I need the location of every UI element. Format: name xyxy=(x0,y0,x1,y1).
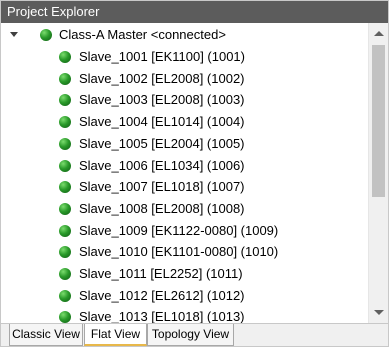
scroll-up-icon[interactable] xyxy=(374,31,384,36)
tree-item-label: Slave_1011 [EL2252] (1011) xyxy=(79,266,243,281)
panel-title: Project Explorer xyxy=(1,1,388,23)
tree-item-row[interactable]: Slave_1004 [EL1014] (1004) xyxy=(1,111,368,133)
tree-item-label: Slave_1012 [EL2612] (1012) xyxy=(79,287,245,303)
status-dot-icon xyxy=(59,159,71,172)
tree-item-row[interactable]: Slave_1009 [EK1122-0080] (1009) xyxy=(1,220,368,242)
tree-item-row[interactable]: Slave_1011 [EL2252] (1011) xyxy=(1,263,368,285)
tree-item-row[interactable]: Slave_1013 [EL1018] (1013) xyxy=(1,306,368,323)
tree-item-label: Slave_1005 [EL2004] (1005) xyxy=(79,135,245,151)
tree-item-label: Slave_1006 [EL1034] (1006) xyxy=(79,157,245,173)
tree-item-label: Slave_1003 [EL2008] (1003) xyxy=(79,92,245,108)
status-dot-icon xyxy=(59,181,71,194)
status-dot-icon xyxy=(59,116,71,129)
tree-item-row[interactable]: Slave_1008 [EL2008] (1008) xyxy=(1,198,368,220)
tree-item-row[interactable]: Slave_1007 [EL1018] (1007) xyxy=(1,176,368,198)
tree-item-row[interactable]: Slave_1005 [EL2004] (1005) xyxy=(1,133,368,155)
tree-item-label: Slave_1010 [EK1101-0080] (1010) xyxy=(79,244,279,260)
scroll-thumb[interactable] xyxy=(372,45,385,197)
status-dot-icon xyxy=(59,202,71,215)
status-dot-icon xyxy=(40,29,52,41)
tab-flat-view[interactable]: Flat View xyxy=(84,324,147,346)
status-dot-icon xyxy=(59,268,71,280)
status-dot-icon xyxy=(59,94,71,107)
tab-topology-view[interactable]: Topology View xyxy=(147,324,234,346)
tab-classic-view[interactable]: Classic View xyxy=(9,324,83,346)
device-tree[interactable]: Class-A Master <connected> Slave_1001 [E… xyxy=(1,23,368,323)
expand-arrow-icon[interactable] xyxy=(10,32,18,37)
tree-item-label: Slave_1008 [EL2008] (1008) xyxy=(79,200,245,216)
view-tab-bar: Classic View Flat View Topology View xyxy=(1,323,388,346)
status-dot-icon xyxy=(59,137,71,150)
tree-item-label: Slave_1004 [EL1014] (1004) xyxy=(79,114,245,130)
tree-root-label: Class-A Master <connected> xyxy=(59,27,226,42)
status-dot-icon xyxy=(59,311,71,323)
tree-item-label: Slave_1002 [EL2008] (1002) xyxy=(79,70,245,86)
scroll-down-icon[interactable] xyxy=(374,310,384,315)
tree-item-label: Slave_1007 [EL1018] (1007) xyxy=(79,179,245,195)
tree-item-label: Slave_1001 [EK1100] (1001) xyxy=(79,49,245,64)
vertical-scrollbar[interactable] xyxy=(368,23,388,323)
tree-item-row[interactable]: Slave_1002 [EL2008] (1002) xyxy=(1,68,368,90)
project-explorer-panel: Project Explorer Class-A Master <connect… xyxy=(0,0,389,347)
tree-root-row[interactable]: Class-A Master <connected> xyxy=(1,24,368,46)
status-dot-icon xyxy=(59,289,71,302)
status-dot-icon xyxy=(59,224,71,237)
tree-item-row[interactable]: Slave_1010 [EK1101-0080] (1010) xyxy=(1,241,368,263)
tree-item-label: Slave_1009 [EK1122-0080] (1009) xyxy=(79,222,279,238)
status-dot-icon xyxy=(59,246,71,259)
tree-item-row[interactable]: Slave_1006 [EL1034] (1006) xyxy=(1,155,368,177)
status-dot-icon xyxy=(59,72,71,85)
tree-item-row[interactable]: Slave_1001 [EK1100] (1001) xyxy=(1,46,368,68)
tree-item-row[interactable]: Slave_1003 [EL2008] (1003) xyxy=(1,89,368,111)
tree-item-label: Slave_1013 [EL1018] (1013) xyxy=(79,309,245,323)
tree-item-row[interactable]: Slave_1012 [EL2612] (1012) xyxy=(1,285,368,307)
status-dot-icon xyxy=(59,51,71,63)
